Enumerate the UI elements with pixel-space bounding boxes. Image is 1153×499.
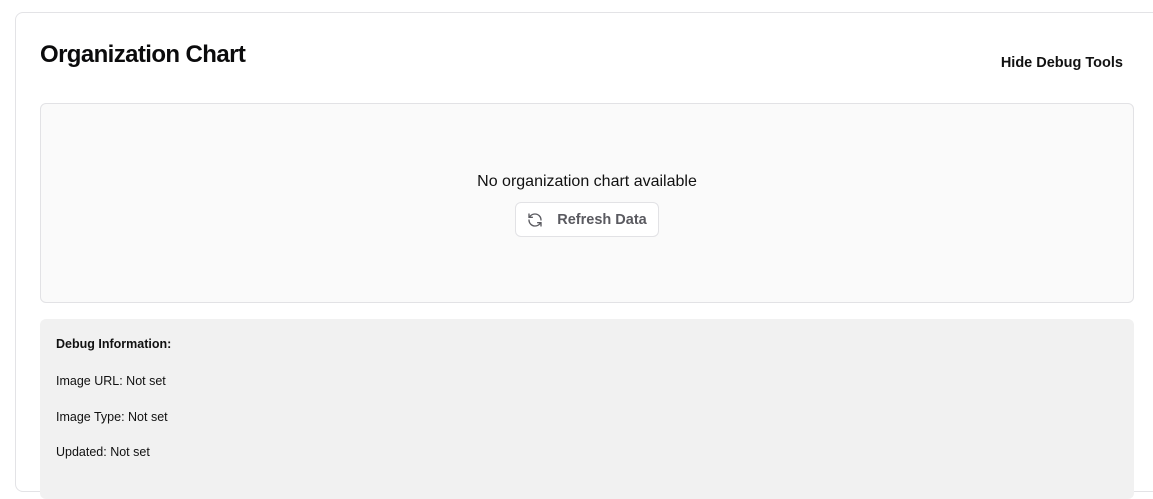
refresh-data-label: Refresh Data bbox=[557, 211, 647, 228]
empty-state-message: No organization chart available bbox=[477, 173, 697, 190]
debug-heading: Debug Information: bbox=[56, 337, 172, 351]
page-title: Organization Chart bbox=[40, 41, 246, 68]
chart-empty-state: No organization chart available Refresh … bbox=[40, 103, 1134, 303]
debug-image-type: Image Type: Not set bbox=[56, 409, 168, 424]
refresh-icon bbox=[527, 212, 543, 228]
debug-information-panel: Debug Information: Image URL: Not set Im… bbox=[40, 319, 1134, 499]
hide-debug-tools-button[interactable]: Hide Debug Tools bbox=[993, 49, 1131, 77]
debug-updated: Updated: Not set bbox=[56, 445, 150, 459]
debug-image-url: Image URL: Not set bbox=[56, 374, 166, 388]
org-chart-card: Organization Chart Hide Debug Tools No o… bbox=[15, 12, 1153, 499]
refresh-data-button[interactable]: Refresh Data bbox=[515, 202, 659, 237]
